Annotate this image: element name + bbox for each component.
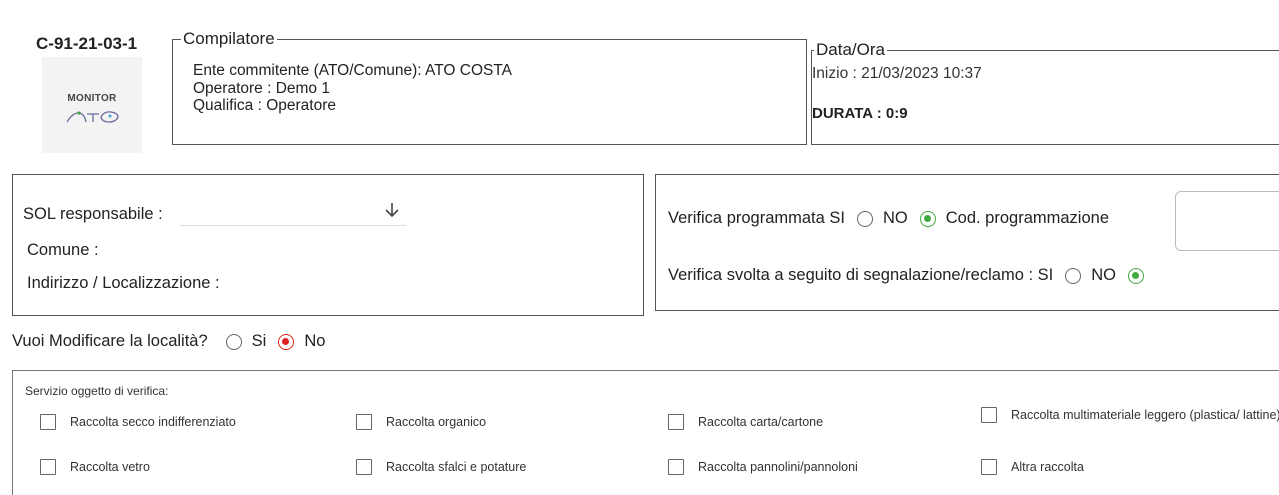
operatore-text: Operatore : Demo 1 bbox=[193, 79, 330, 97]
cod-programmazione-label: Cod. programmazione bbox=[945, 209, 1109, 227]
checkbox-label: Raccolta vetro bbox=[70, 460, 150, 474]
checkbox-label: Raccolta multimateriale leggero (plastic… bbox=[1011, 408, 1279, 422]
checkbox-item-multimateriale[interactable]: Raccolta multimateriale leggero (plastic… bbox=[981, 407, 1279, 423]
durata-text: DURATA : 0:9 bbox=[812, 105, 908, 122]
monitor-ato-logo: MONITOR bbox=[42, 57, 142, 153]
checkbox[interactable] bbox=[981, 407, 997, 423]
segnalazione-label: Verifica svolta a seguito di segnalazion… bbox=[668, 266, 1054, 284]
data-ora-legend: Data/Ora bbox=[816, 40, 885, 59]
sol-responsabile-select[interactable] bbox=[180, 199, 406, 226]
location-panel: SOL responsabile : Comune : Indirizzo / … bbox=[12, 174, 644, 316]
indirizzo-label: Indirizzo / Localizzazione : bbox=[27, 274, 220, 292]
checkbox-label: Raccolta sfalci e potature bbox=[386, 460, 527, 474]
checkbox-item-vetro[interactable]: Raccolta vetro bbox=[40, 459, 150, 475]
programmata-no-label: NO bbox=[883, 209, 908, 227]
qualifica-text: Qualifica : Operatore bbox=[193, 97, 337, 114]
record-code: C-91-21-03-1 bbox=[36, 34, 138, 53]
checkbox-label: Altra raccolta bbox=[1011, 460, 1084, 474]
modifica-no-radio[interactable] bbox=[278, 333, 295, 350]
comune-label: Comune : bbox=[27, 241, 99, 259]
checkbox-label: Raccolta secco indifferenziato bbox=[70, 415, 236, 429]
checkbox[interactable] bbox=[40, 414, 56, 430]
servizio-panel: Servizio oggetto di verifica: Raccolta s… bbox=[12, 370, 1279, 495]
checkbox-item-altra[interactable]: Altra raccolta bbox=[981, 459, 1084, 475]
data-ora-panel: Data/Ora Inizio : 21/03/2023 10:37 DURAT… bbox=[811, 40, 1279, 145]
logo-mark-icon bbox=[66, 111, 119, 123]
servizio-title: Servizio oggetto di verifica: bbox=[25, 384, 169, 398]
modifica-si-radio[interactable] bbox=[225, 333, 242, 350]
arrow-down-icon bbox=[385, 203, 399, 218]
checkbox[interactable] bbox=[668, 459, 684, 475]
modifica-question: Vuoi Modificare la località? bbox=[12, 332, 208, 350]
verifica-programmata-row: Verifica programmata SI NO Cod. programm… bbox=[668, 209, 1109, 228]
checkbox-label: Raccolta pannolini/pannoloni bbox=[698, 460, 858, 474]
checkbox-label: Raccolta carta/cartone bbox=[698, 415, 824, 429]
segnalazione-si-radio[interactable] bbox=[1065, 267, 1082, 284]
compilatore-panel: Compilatore Ente commitente (ATO/Comune)… bbox=[172, 29, 807, 145]
segnalazione-no-label: NO bbox=[1091, 266, 1116, 284]
verifica-segnalazione-row: Verifica svolta a seguito di segnalazion… bbox=[668, 266, 1154, 285]
checkbox-item-secco[interactable]: Raccolta secco indifferenziato bbox=[40, 414, 236, 430]
checkbox[interactable] bbox=[356, 459, 372, 475]
programmata-no-radio[interactable] bbox=[919, 210, 936, 227]
checkbox[interactable] bbox=[981, 459, 997, 475]
cod-programmazione-input[interactable] bbox=[1175, 191, 1279, 251]
sol-label: SOL responsabile : bbox=[23, 205, 163, 223]
checkbox-item-organico[interactable]: Raccolta organico bbox=[356, 414, 486, 430]
modifica-no-label: No bbox=[304, 332, 326, 350]
checkbox-item-pannolini[interactable]: Raccolta pannolini/pannoloni bbox=[668, 459, 858, 475]
modifica-si-label: Si bbox=[251, 332, 267, 350]
checkbox[interactable] bbox=[668, 414, 684, 430]
checkbox[interactable] bbox=[356, 414, 372, 430]
compilatore-legend: Compilatore bbox=[183, 29, 275, 48]
checkbox-label: Raccolta organico bbox=[386, 415, 487, 429]
programmata-si-radio[interactable] bbox=[857, 210, 873, 227]
verifica-programmata-label: Verifica programmata SI bbox=[668, 209, 845, 227]
ente-text: Ente commitente (ATO/Comune): ATO COSTA bbox=[193, 62, 512, 79]
verifica-panel: Verifica programmata SI NO Cod. programm… bbox=[655, 174, 1279, 311]
logo-text: MONITOR bbox=[67, 93, 117, 104]
modifica-localita-row: Vuoi Modificare la località? Si No bbox=[12, 332, 325, 351]
inizio-text: Inizio : 21/03/2023 10:37 bbox=[812, 65, 982, 82]
checkbox-item-sfalci[interactable]: Raccolta sfalci e potature bbox=[356, 459, 526, 475]
checkbox-item-carta[interactable]: Raccolta carta/cartone bbox=[668, 414, 823, 430]
checkbox[interactable] bbox=[40, 459, 56, 475]
segnalazione-no-radio[interactable] bbox=[1127, 267, 1144, 284]
